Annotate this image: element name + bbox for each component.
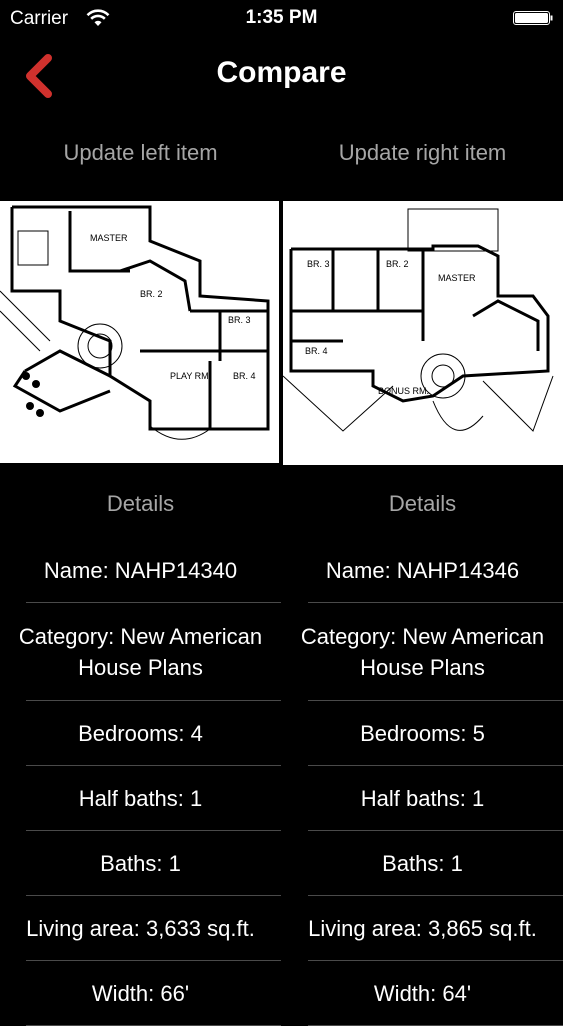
status-bar: Carrier 1:35 PM: [0, 0, 563, 36]
right-floor-plan-image: BR. 3 BR. 2 MASTER BR. 4 BONUS RM.: [283, 201, 563, 465]
detail-name-text: Name: NAHP14346: [325, 557, 520, 583]
plan-room-label: BR. 4: [305, 346, 328, 356]
detail-row-baths: Baths: 1: [308, 831, 563, 896]
detail-baths-text: Baths: 1: [100, 850, 181, 876]
page-title: Compare: [216, 56, 347, 89]
detail-row-half-baths: Half baths: 1: [308, 766, 563, 831]
detail-category-text: Category: New American House Plans: [300, 623, 545, 680]
plan-room-label: PLAY RM.: [170, 371, 211, 381]
detail-width-text: Width: 64': [373, 980, 472, 1006]
detail-row-category: Category: New American House Plans: [19, 603, 281, 701]
detail-row-width: Width: 64': [308, 961, 563, 1026]
detail-row-half-baths: Half baths: 1: [26, 766, 281, 831]
right-details-column: Details Name: NAHP14346 Category: New Am…: [282, 470, 563, 1026]
plan-room-label: BR. 2: [140, 289, 163, 299]
detail-width-text: Width: 66': [91, 980, 190, 1006]
detail-half-baths-text: Half baths: 1: [360, 785, 485, 811]
left-details-column: Details Name: NAHP14340 Category: New Am…: [0, 470, 281, 1026]
detail-bedrooms-text: Bedrooms: 4: [78, 720, 203, 746]
detail-living-area-text: Living area: 3,633 sq.ft.: [26, 915, 255, 941]
detail-row-living-area: Living area: 3,865 sq.ft.: [308, 896, 563, 961]
detail-row-name: Name: NAHP14340: [26, 538, 281, 603]
status-time: 1:35 PM: [245, 7, 318, 28]
detail-row-width: Width: 66': [26, 961, 281, 1026]
detail-name-text: Name: NAHP14340: [43, 557, 238, 583]
detail-living-area-text: Living area: 3,865 sq.ft.: [308, 915, 537, 941]
detail-category-text: Category: New American House Plans: [18, 623, 263, 680]
detail-row-bedrooms: Bedrooms: 5: [308, 701, 563, 766]
detail-bedrooms-text: Bedrooms: 5: [360, 720, 485, 746]
detail-row-bedrooms: Bedrooms: 4: [26, 701, 281, 766]
plan-room-label: MASTER: [438, 273, 476, 283]
detail-half-baths-text: Half baths: 1: [78, 785, 203, 811]
battery-icon: [513, 11, 553, 25]
plan-room-label: BR. 3: [307, 259, 330, 269]
detail-row-name: Name: NAHP14346: [308, 538, 563, 603]
update-left-item-button[interactable]: Update left item: [0, 140, 281, 166]
detail-row-baths: Baths: 1: [26, 831, 281, 896]
detail-baths-text: Baths: 1: [382, 850, 463, 876]
detail-row-living-area: Living area: 3,633 sq.ft.: [26, 896, 281, 961]
plan-room-label: BR. 2: [386, 259, 409, 269]
plan-room-label: BR. 4: [233, 371, 256, 381]
left-floor-plan-image: MASTER BR. 2 BR. 3 PLAY RM. BR. 4: [0, 201, 279, 463]
plan-room-label: BR. 3: [228, 315, 251, 325]
left-details-header: Details: [106, 491, 175, 516]
nav-bar: Compare: [0, 36, 563, 116]
plan-room-label: BONUS RM.: [378, 386, 429, 396]
right-details-header: Details: [388, 491, 457, 516]
detail-row-category: Category: New American House Plans: [301, 603, 563, 701]
plan-room-label: MASTER: [90, 233, 128, 243]
update-right-item-button[interactable]: Update right item: [282, 140, 563, 166]
